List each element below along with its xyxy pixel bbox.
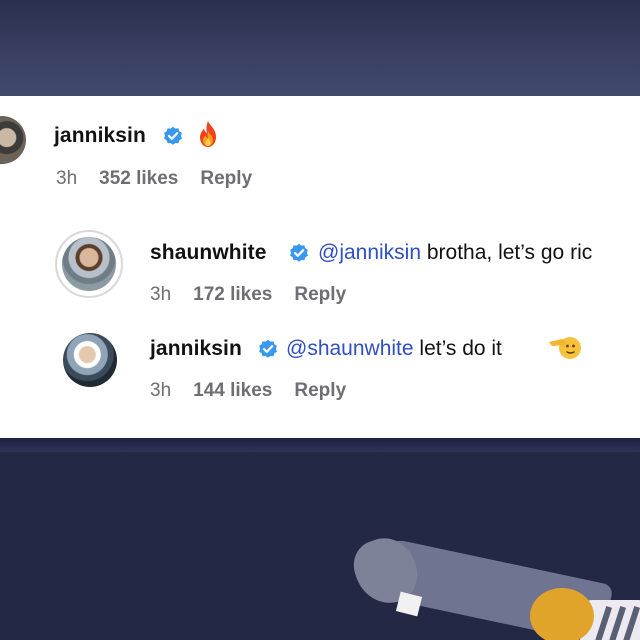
comment-likes[interactable]: 144 likes — [193, 380, 272, 401]
fire-emoji-icon — [200, 121, 216, 147]
comment-time: 3h — [150, 380, 172, 401]
verified-badge-icon — [290, 243, 308, 262]
verified-badge-icon — [164, 126, 182, 145]
comment-body: @shaunwhite let’s do it — [286, 337, 502, 361]
comment-thread-panel: janniksin 3h 352 likes Reply shaunwhite — [0, 96, 640, 438]
comment-username[interactable]: janniksin — [54, 124, 146, 148]
comment-text: let’s do it — [413, 337, 502, 360]
mention-link[interactable]: @janniksin — [318, 241, 421, 264]
reply-button[interactable]: Reply — [294, 284, 346, 305]
comment-meta: 3h 144 likes Reply — [150, 380, 368, 402]
mention-link[interactable]: @shaunwhite — [286, 337, 414, 360]
snowboarder-helmet — [530, 588, 594, 640]
reply-button[interactable]: Reply — [200, 168, 252, 189]
saluting-face-emoji-icon — [549, 337, 581, 359]
comment-likes[interactable]: 172 likes — [193, 284, 272, 305]
background-sky-top — [0, 0, 640, 96]
avatar[interactable] — [62, 237, 116, 291]
comment-username[interactable]: janniksin — [150, 337, 242, 361]
avatar[interactable] — [63, 333, 117, 387]
comment-time: 3h — [56, 168, 78, 189]
comment-username[interactable]: shaunwhite — [150, 241, 267, 265]
background-band — [0, 438, 640, 452]
comment-meta: 3h 352 likes Reply — [56, 168, 274, 190]
comment-likes[interactable]: 352 likes — [99, 168, 178, 189]
avatar[interactable] — [0, 116, 26, 164]
comment-meta: 3h 172 likes Reply — [150, 284, 368, 306]
comment-time: 3h — [150, 284, 172, 305]
comment-text: brotha, let’s go ric — [421, 241, 593, 264]
reply-button[interactable]: Reply — [294, 380, 346, 401]
verified-badge-icon — [259, 339, 277, 358]
screenshot-stage: janniksin 3h 352 likes Reply shaunwhite — [0, 0, 640, 640]
comment-body: @janniksin brotha, let’s go ric — [318, 241, 592, 265]
